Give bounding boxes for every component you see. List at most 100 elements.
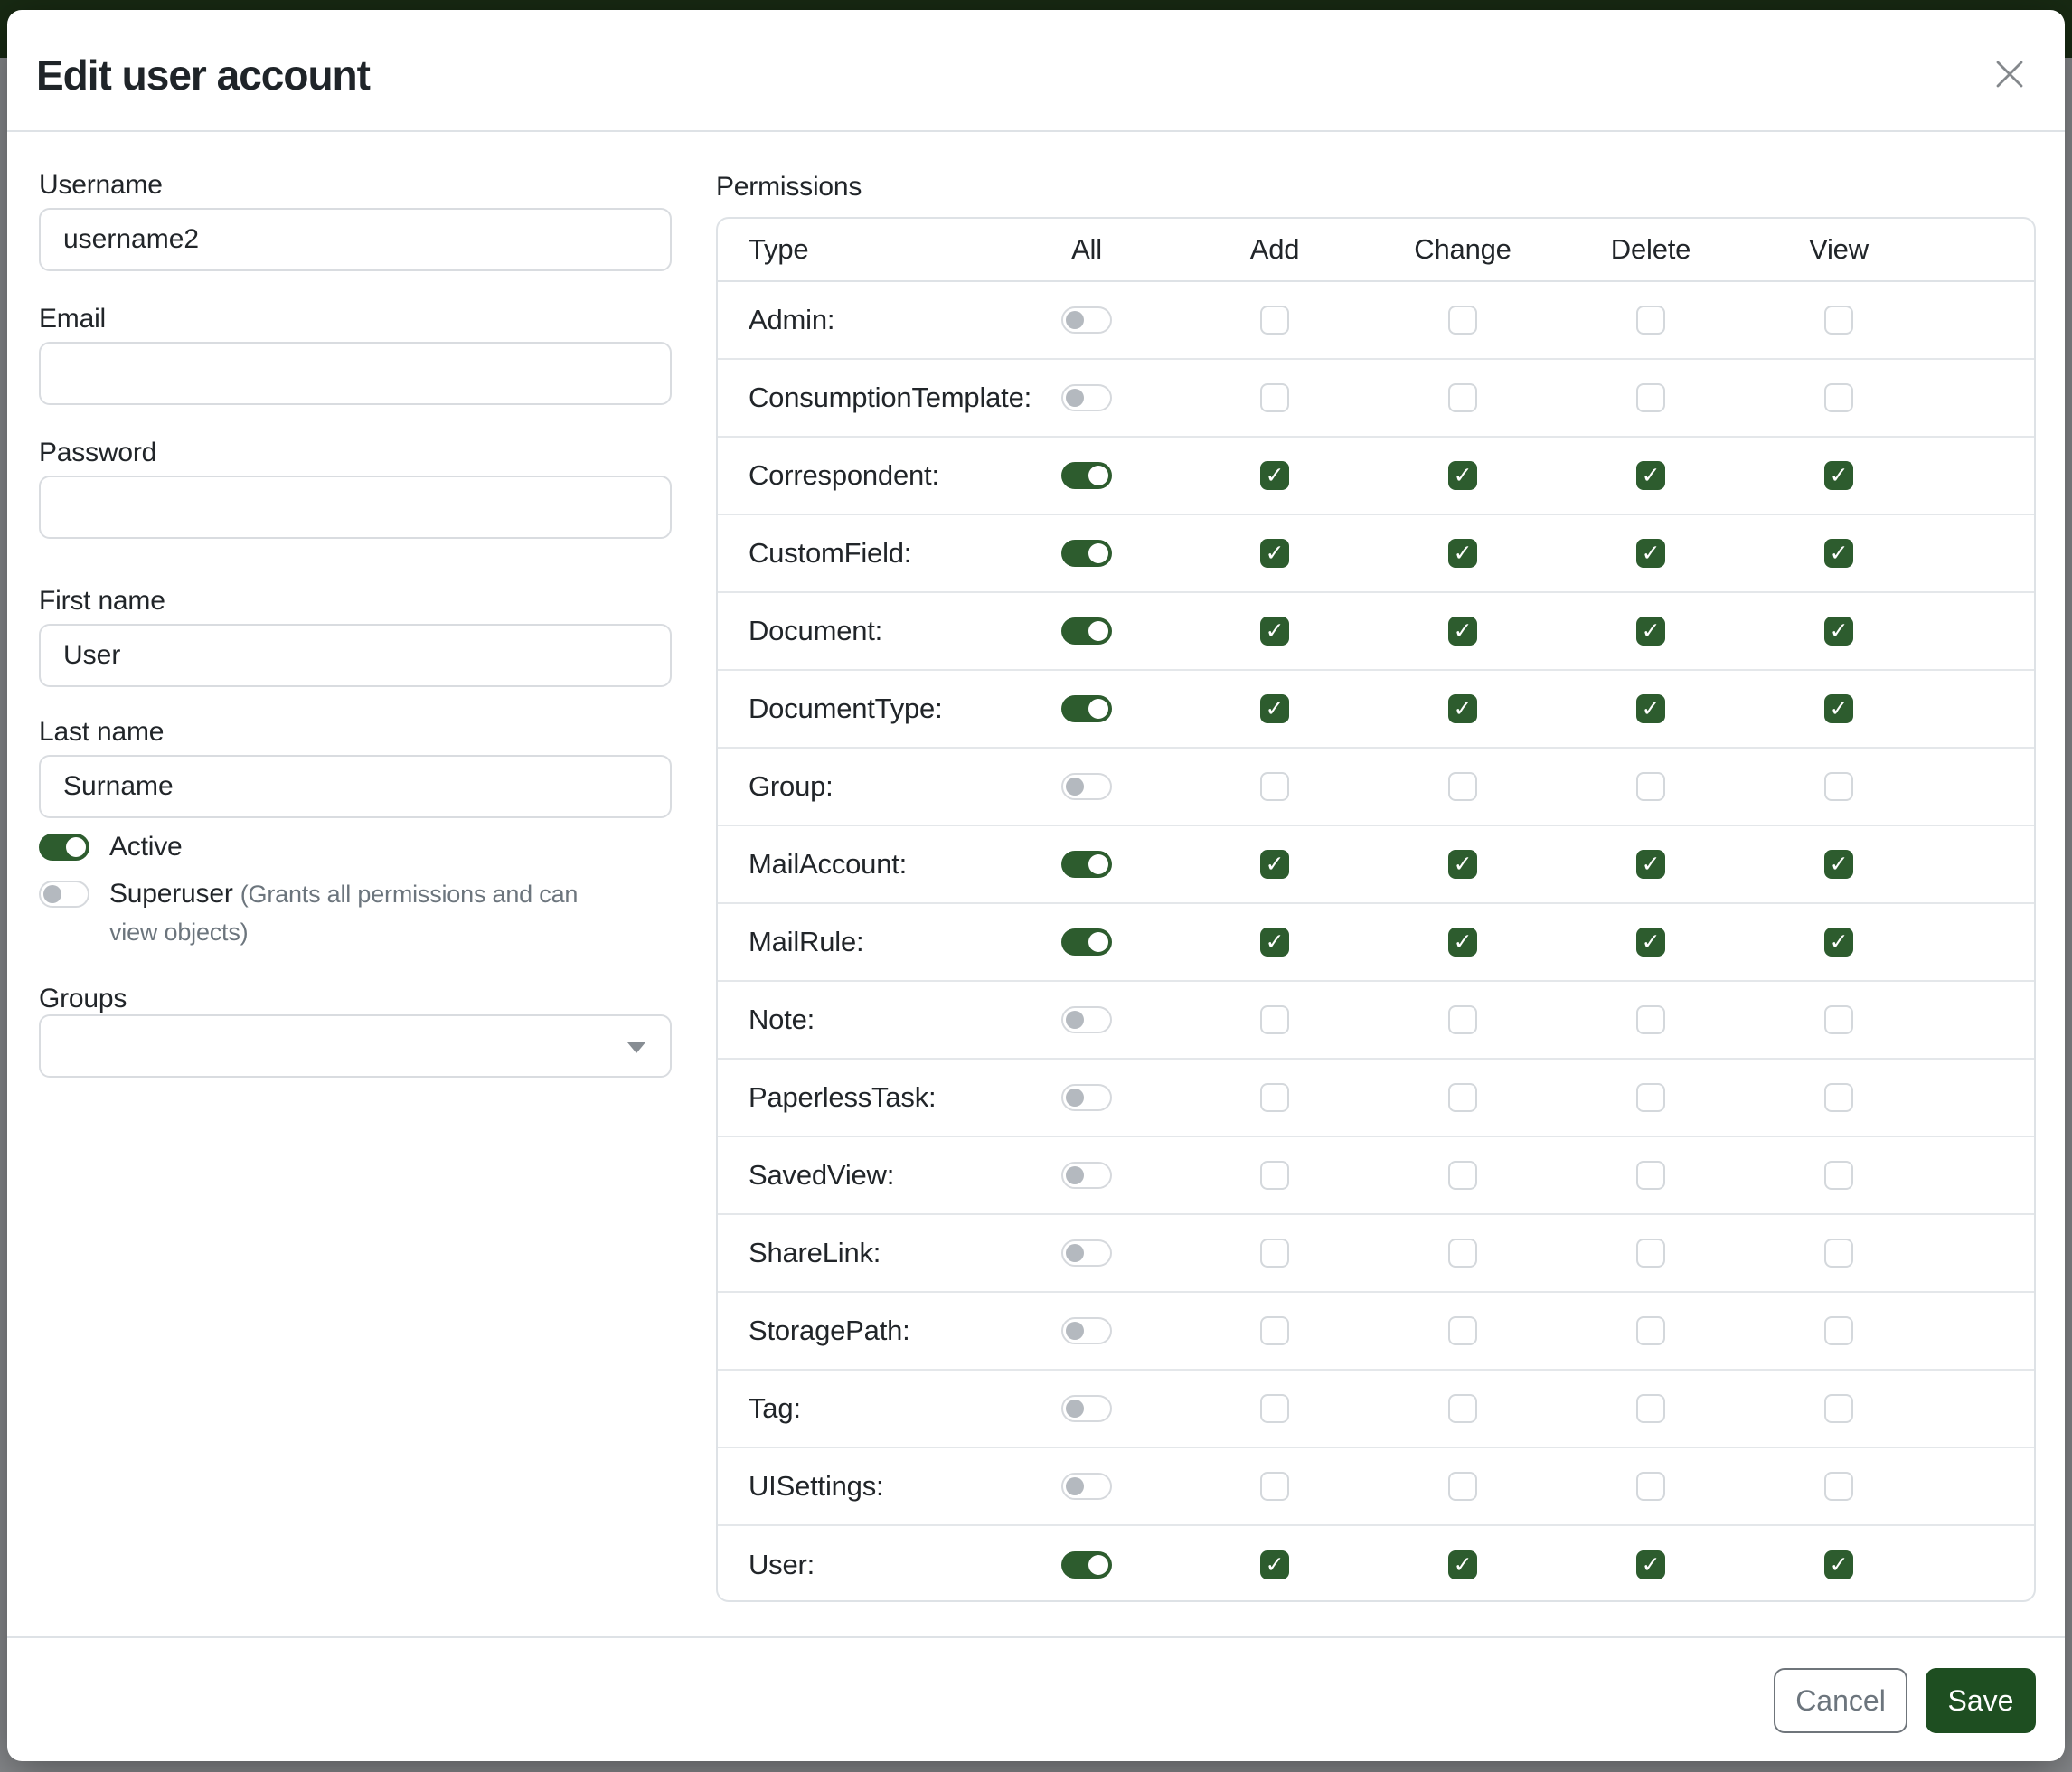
permission-view-checkbox[interactable]	[1824, 1394, 1853, 1423]
permission-delete-checkbox[interactable]	[1636, 1239, 1665, 1268]
permission-delete-checkbox[interactable]	[1636, 1005, 1665, 1034]
permission-view-checkbox[interactable]: ✓	[1824, 617, 1853, 646]
permission-delete-checkbox[interactable]	[1636, 1161, 1665, 1190]
permission-add-checkbox[interactable]	[1260, 1472, 1289, 1501]
permission-delete-checkbox[interactable]	[1636, 383, 1665, 412]
permission-add-checkbox[interactable]	[1260, 1161, 1289, 1190]
permission-all-toggle[interactable]	[1061, 695, 1112, 722]
permission-add-checkbox[interactable]	[1260, 1394, 1289, 1423]
permission-view-checkbox[interactable]	[1824, 1239, 1853, 1268]
cancel-button[interactable]: Cancel	[1774, 1668, 1907, 1733]
permission-all-toggle[interactable]	[1061, 1084, 1112, 1111]
permission-view-checkbox[interactable]	[1824, 1472, 1853, 1501]
password-input[interactable]	[39, 476, 672, 539]
permission-delete-checkbox[interactable]: ✓	[1636, 928, 1665, 957]
permission-change-checkbox[interactable]	[1448, 1394, 1477, 1423]
permission-delete-checkbox[interactable]: ✓	[1636, 461, 1665, 490]
permission-delete-checkbox[interactable]: ✓	[1636, 539, 1665, 568]
permission-view-checkbox[interactable]	[1824, 1083, 1853, 1112]
email-input[interactable]	[39, 342, 672, 405]
permission-change-checkbox[interactable]: ✓	[1448, 1550, 1477, 1579]
permission-add-checkbox[interactable]	[1260, 1239, 1289, 1268]
permission-add-checkbox[interactable]	[1260, 1316, 1289, 1345]
permission-add-checkbox[interactable]	[1260, 1005, 1289, 1034]
permission-change-checkbox[interactable]	[1448, 1005, 1477, 1034]
permission-all-toggle[interactable]	[1061, 1317, 1112, 1344]
permission-add-checkbox[interactable]: ✓	[1260, 694, 1289, 723]
permission-change-checkbox[interactable]	[1448, 306, 1477, 335]
first-name-input[interactable]	[39, 624, 672, 687]
permission-all-toggle[interactable]	[1061, 306, 1112, 334]
username-input[interactable]	[39, 208, 672, 271]
permission-delete-checkbox[interactable]	[1636, 1472, 1665, 1501]
last-name-input[interactable]	[39, 755, 672, 818]
permission-change-checkbox[interactable]	[1448, 1239, 1477, 1268]
permission-all-toggle[interactable]	[1061, 773, 1112, 800]
permission-view-checkbox[interactable]	[1824, 772, 1853, 801]
permission-view-checkbox[interactable]: ✓	[1824, 539, 1853, 568]
permission-view-checkbox[interactable]	[1824, 1005, 1853, 1034]
groups-select[interactable]	[39, 1014, 672, 1078]
permission-delete-checkbox[interactable]: ✓	[1636, 617, 1665, 646]
permission-change-checkbox[interactable]: ✓	[1448, 617, 1477, 646]
permission-delete-checkbox[interactable]	[1636, 1316, 1665, 1345]
superuser-toggle[interactable]	[39, 881, 89, 908]
permission-change-checkbox[interactable]: ✓	[1448, 694, 1477, 723]
permission-change-checkbox[interactable]: ✓	[1448, 928, 1477, 957]
permission-all-toggle[interactable]	[1061, 617, 1112, 645]
permission-add-checkbox[interactable]: ✓	[1260, 617, 1289, 646]
permission-all-toggle[interactable]	[1061, 1551, 1112, 1579]
permission-add-checkbox[interactable]	[1260, 383, 1289, 412]
permission-change-checkbox[interactable]: ✓	[1448, 850, 1477, 879]
permission-row: UISettings:	[718, 1448, 2034, 1526]
permission-view-checkbox[interactable]: ✓	[1824, 850, 1853, 879]
permission-view-checkbox[interactable]	[1824, 383, 1853, 412]
permission-change-checkbox[interactable]	[1448, 772, 1477, 801]
permission-delete-checkbox[interactable]	[1636, 772, 1665, 801]
permission-change-checkbox[interactable]	[1448, 1472, 1477, 1501]
permission-add-checkbox[interactable]: ✓	[1260, 539, 1289, 568]
permission-add-checkbox[interactable]: ✓	[1260, 461, 1289, 490]
permission-all-toggle[interactable]	[1061, 1395, 1112, 1422]
permission-add-checkbox[interactable]	[1260, 306, 1289, 335]
permission-delete-checkbox[interactable]: ✓	[1636, 1550, 1665, 1579]
permission-change-checkbox[interactable]: ✓	[1448, 461, 1477, 490]
username-label: Username	[39, 170, 672, 201]
permission-type-label: Note:	[718, 1004, 993, 1036]
permission-add-checkbox[interactable]: ✓	[1260, 928, 1289, 957]
permission-delete-checkbox[interactable]	[1636, 306, 1665, 335]
permission-view-checkbox[interactable]	[1824, 1161, 1853, 1190]
permission-view-checkbox[interactable]: ✓	[1824, 1550, 1853, 1579]
permission-type-label: Admin:	[718, 304, 993, 336]
permission-delete-checkbox[interactable]: ✓	[1636, 850, 1665, 879]
permission-delete-checkbox[interactable]	[1636, 1083, 1665, 1112]
permission-view-checkbox[interactable]: ✓	[1824, 694, 1853, 723]
active-toggle[interactable]	[39, 834, 89, 861]
permission-change-checkbox[interactable]	[1448, 1316, 1477, 1345]
permission-change-checkbox[interactable]	[1448, 1083, 1477, 1112]
permission-add-checkbox[interactable]: ✓	[1260, 850, 1289, 879]
permission-all-toggle[interactable]	[1061, 462, 1112, 489]
permission-all-toggle[interactable]	[1061, 1162, 1112, 1189]
permission-view-checkbox[interactable]: ✓	[1824, 461, 1853, 490]
permission-all-toggle[interactable]	[1061, 851, 1112, 878]
permission-change-checkbox[interactable]	[1448, 383, 1477, 412]
save-button[interactable]: Save	[1926, 1668, 2036, 1733]
permission-change-checkbox[interactable]	[1448, 1161, 1477, 1190]
permission-view-checkbox[interactable]: ✓	[1824, 928, 1853, 957]
permission-all-toggle[interactable]	[1061, 1473, 1112, 1500]
close-button[interactable]	[1989, 53, 2030, 95]
permission-all-toggle[interactable]	[1061, 384, 1112, 411]
permission-delete-checkbox[interactable]: ✓	[1636, 694, 1665, 723]
permission-add-checkbox[interactable]: ✓	[1260, 1550, 1289, 1579]
permission-all-toggle[interactable]	[1061, 928, 1112, 956]
permission-all-toggle[interactable]	[1061, 1239, 1112, 1267]
permission-view-checkbox[interactable]	[1824, 306, 1853, 335]
permission-all-toggle[interactable]	[1061, 1006, 1112, 1033]
permission-delete-checkbox[interactable]	[1636, 1394, 1665, 1423]
permission-all-toggle[interactable]	[1061, 540, 1112, 567]
permission-view-checkbox[interactable]	[1824, 1316, 1853, 1345]
permission-add-checkbox[interactable]	[1260, 772, 1289, 801]
permission-add-checkbox[interactable]	[1260, 1083, 1289, 1112]
permission-change-checkbox[interactable]: ✓	[1448, 539, 1477, 568]
